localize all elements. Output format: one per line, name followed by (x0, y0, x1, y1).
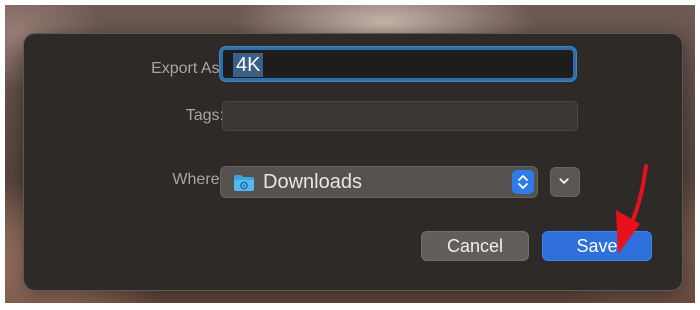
tags-label: Tags: (185, 107, 224, 124)
expand-button[interactable] (550, 167, 580, 197)
save-button[interactable]: Save (542, 231, 652, 261)
tags-field[interactable] (222, 101, 578, 131)
where-popup-button[interactable]: Downloads (220, 166, 538, 198)
cancel-button[interactable]: Cancel (421, 231, 529, 261)
chevron-down-icon (559, 178, 569, 184)
export-as-field[interactable]: 4K (220, 47, 576, 81)
desktop-background: Export As: 4K Tags: Where: Downloads Can… (5, 5, 695, 303)
chevron-updown-icon[interactable] (512, 170, 534, 194)
export-as-label: Export As: (151, 60, 224, 77)
export-dialog: Export As: 4K Tags: Where: Downloads Can… (23, 33, 683, 291)
folder-icon (234, 175, 254, 191)
where-value: Downloads (263, 171, 362, 193)
export-as-value[interactable]: 4K (233, 53, 264, 77)
where-label: Where: (172, 171, 224, 188)
